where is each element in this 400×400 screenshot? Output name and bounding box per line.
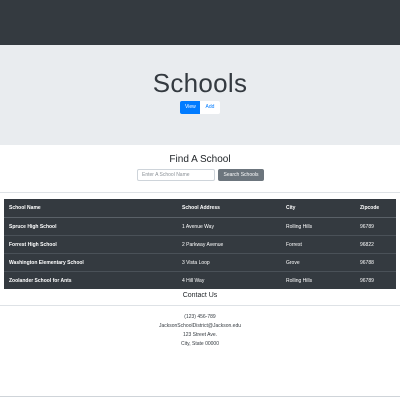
divider	[0, 305, 400, 306]
column-header-school-name: School Name	[4, 199, 177, 218]
contact-info: (123) 456-789 JacksonSchoolDistrict@Jack…	[0, 313, 400, 349]
city-cell: Grove	[281, 253, 355, 272]
zipcode-cell: 96822	[355, 235, 396, 254]
contact-us-heading: Contact Us	[182, 292, 218, 299]
table-row[interactable]: Spruce High School 1 Avenue Way Rolling …	[4, 217, 396, 236]
search-schools-button[interactable]: Search Schools	[218, 169, 264, 181]
zipcode-cell: 96789	[355, 217, 396, 236]
contact-email: JacksonSchoolDistrict@Jackson.edu	[158, 323, 242, 329]
view-button[interactable]: View	[180, 101, 200, 114]
column-header-city: City	[281, 199, 355, 218]
city-cell: Rolling Hills	[281, 271, 355, 289]
school-search-input[interactable]	[137, 169, 215, 181]
table-row[interactable]: Zoolander School for Ants 4 Hill Way Rol…	[4, 271, 396, 289]
table-header-row: School Name School Address City Zipcode	[4, 199, 396, 218]
zipcode-cell: 96788	[355, 253, 396, 272]
table-row[interactable]: Forrest High School 2 Parkway Avenue For…	[4, 235, 396, 254]
school-address-cell: 3 Vista Loop	[177, 253, 281, 272]
city-cell: Forrest	[281, 235, 355, 254]
schools-table: School Name School Address City Zipcode …	[4, 199, 396, 289]
navbar	[0, 0, 400, 45]
city-cell: Rolling Hills	[281, 217, 355, 236]
divider	[0, 192, 400, 193]
school-name-cell: Forrest High School	[4, 235, 177, 254]
school-name-cell: Washington Elementary School	[4, 253, 177, 272]
find-school-heading: Find A School	[169, 154, 231, 165]
column-header-zipcode: Zipcode	[355, 199, 396, 218]
column-header-school-address: School Address	[177, 199, 281, 218]
page-title: Schools	[152, 68, 248, 98]
table-row[interactable]: Washington Elementary School 3 Vista Loo…	[4, 253, 396, 272]
footer-divider	[0, 396, 400, 397]
school-address-cell: 4 Hill Way	[177, 271, 281, 289]
contact-city-state: City, State 00000	[181, 341, 219, 347]
school-name-cell: Spruce High School	[4, 217, 177, 236]
view-add-button-group: View Add	[180, 101, 220, 114]
school-address-cell: 1 Avenue Way	[177, 217, 281, 236]
contact-phone: (123) 456-789	[184, 314, 216, 320]
school-address-cell: 2 Parkway Avenue	[177, 235, 281, 254]
add-button[interactable]: Add	[200, 101, 220, 114]
school-name-cell: Zoolander School for Ants	[4, 271, 177, 289]
contact-street: 123 Street Ave.	[182, 332, 218, 338]
zipcode-cell: 96789	[355, 271, 396, 289]
